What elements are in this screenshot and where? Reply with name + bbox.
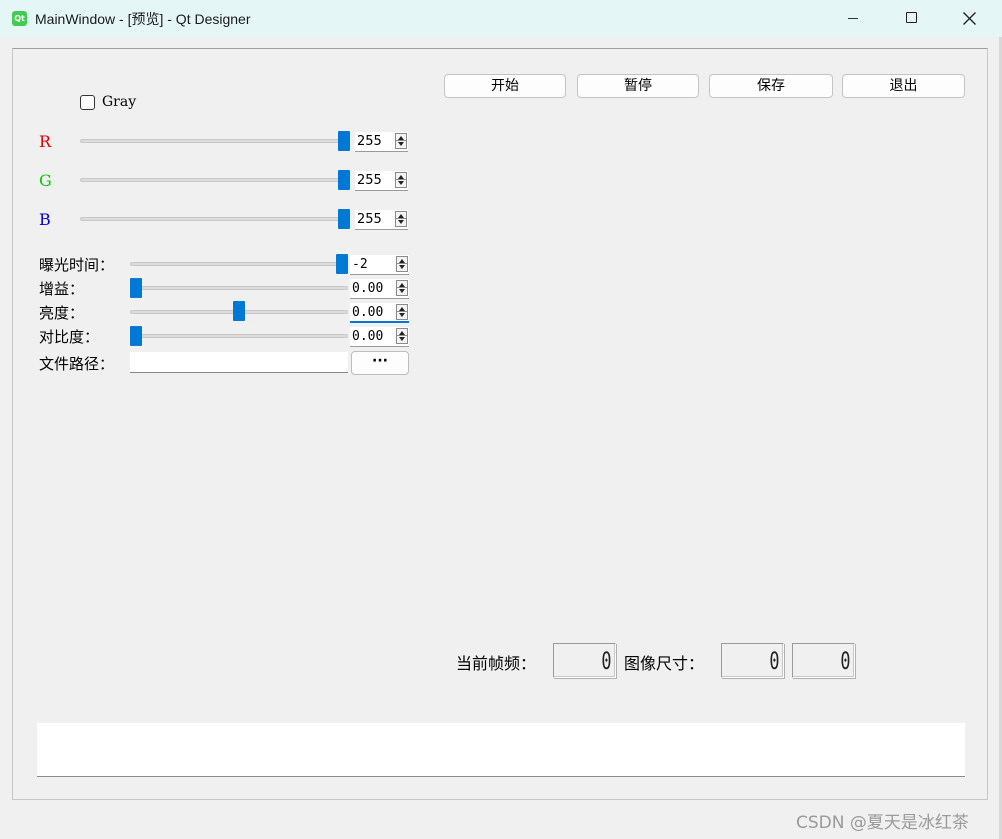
- g-spinbox-value: 255: [357, 173, 382, 188]
- contrast-slider[interactable]: [130, 334, 348, 338]
- b-spinbox-arrows[interactable]: [395, 211, 407, 227]
- g-spinbox-arrows[interactable]: [395, 172, 407, 188]
- fps-value: 0: [600, 647, 611, 675]
- b-slider[interactable]: [80, 217, 350, 221]
- spin-down-icon[interactable]: [399, 337, 405, 341]
- g-spinbox[interactable]: 255: [355, 171, 408, 191]
- r-slider[interactable]: [80, 139, 350, 143]
- qt-designer-icon: Qt: [12, 11, 27, 26]
- b-label: B: [39, 210, 51, 229]
- exposure-label: 曝光时间：: [39, 256, 115, 274]
- window-title: MainWindow - [预览] - Qt Designer: [35, 11, 251, 27]
- spin-down-icon[interactable]: [398, 220, 404, 224]
- brightness-spinbox-value: 0.00: [352, 305, 384, 320]
- brightness-spinbox[interactable]: 0.00: [350, 303, 409, 323]
- watermark: CSDN @夏天是冰红茶: [796, 813, 969, 833]
- image-height-lcd: 0: [792, 643, 855, 678]
- save-button[interactable]: 保存: [709, 74, 833, 98]
- brightness-label: 亮度：: [39, 304, 85, 322]
- status-text-area[interactable]: [37, 723, 965, 777]
- start-button[interactable]: 开始: [444, 74, 566, 98]
- exposure-spinbox-value: -2: [352, 257, 368, 272]
- contrast-spinbox-arrows[interactable]: [396, 328, 408, 344]
- fps-label: 当前帧频：: [456, 654, 537, 673]
- pause-button[interactable]: 暂停: [577, 74, 699, 98]
- gray-checkbox[interactable]: [80, 95, 95, 110]
- b-slider-handle[interactable]: [338, 209, 350, 229]
- g-label: G: [39, 171, 52, 190]
- contrast-spinbox-value: 0.00: [352, 329, 384, 344]
- gain-slider[interactable]: [130, 286, 348, 290]
- close-icon: [963, 12, 976, 25]
- fps-lcd: 0: [553, 643, 616, 678]
- spin-down-icon[interactable]: [399, 313, 405, 317]
- r-label: R: [39, 132, 52, 151]
- minimize-button[interactable]: [830, 0, 876, 37]
- file-path-label: 文件路径：: [39, 355, 115, 373]
- r-spinbox-arrows[interactable]: [395, 133, 407, 149]
- image-size-label: 图像尺寸：: [624, 654, 705, 673]
- spin-down-icon[interactable]: [399, 265, 405, 269]
- gain-spinbox-value: 0.00: [352, 281, 384, 296]
- maximize-button[interactable]: [888, 0, 934, 37]
- close-button[interactable]: [946, 0, 992, 37]
- gain-spinbox[interactable]: 0.00: [350, 279, 409, 299]
- exit-button[interactable]: 退出: [842, 74, 965, 98]
- g-slider[interactable]: [80, 178, 350, 182]
- g-slider-handle[interactable]: [338, 170, 350, 190]
- image-height-value: 0: [839, 647, 850, 675]
- contrast-slider-handle[interactable]: [130, 326, 142, 346]
- image-width-lcd: 0: [721, 643, 784, 678]
- gain-label: 增益：: [39, 280, 85, 298]
- b-spinbox[interactable]: 255: [355, 210, 408, 230]
- central-widget-frame: [12, 48, 988, 800]
- gain-slider-handle[interactable]: [130, 278, 142, 298]
- exposure-slider[interactable]: [130, 262, 348, 266]
- file-path-input[interactable]: [130, 352, 348, 373]
- title-bar: Qt MainWindow - [预览] - Qt Designer: [0, 0, 1002, 37]
- browse-button[interactable]: ···: [351, 351, 409, 375]
- brightness-slider-handle[interactable]: [233, 301, 245, 321]
- image-width-value: 0: [768, 647, 779, 675]
- contrast-label: 对比度：: [39, 328, 100, 346]
- contrast-spinbox[interactable]: 0.00: [350, 327, 409, 347]
- b-spinbox-value: 255: [357, 212, 382, 227]
- r-slider-handle[interactable]: [338, 131, 350, 151]
- spin-down-icon[interactable]: [398, 181, 404, 185]
- gray-checkbox-label: Gray: [102, 94, 137, 110]
- r-spinbox-value: 255: [357, 134, 382, 149]
- spin-down-icon[interactable]: [398, 142, 404, 146]
- gain-spinbox-arrows[interactable]: [396, 280, 408, 296]
- brightness-spinbox-arrows[interactable]: [396, 304, 408, 320]
- exposure-spinbox-arrows[interactable]: [396, 256, 408, 272]
- spin-down-icon[interactable]: [399, 289, 405, 293]
- r-spinbox[interactable]: 255: [355, 132, 408, 152]
- exposure-spinbox[interactable]: -2: [350, 255, 409, 275]
- exposure-slider-handle[interactable]: [336, 254, 348, 274]
